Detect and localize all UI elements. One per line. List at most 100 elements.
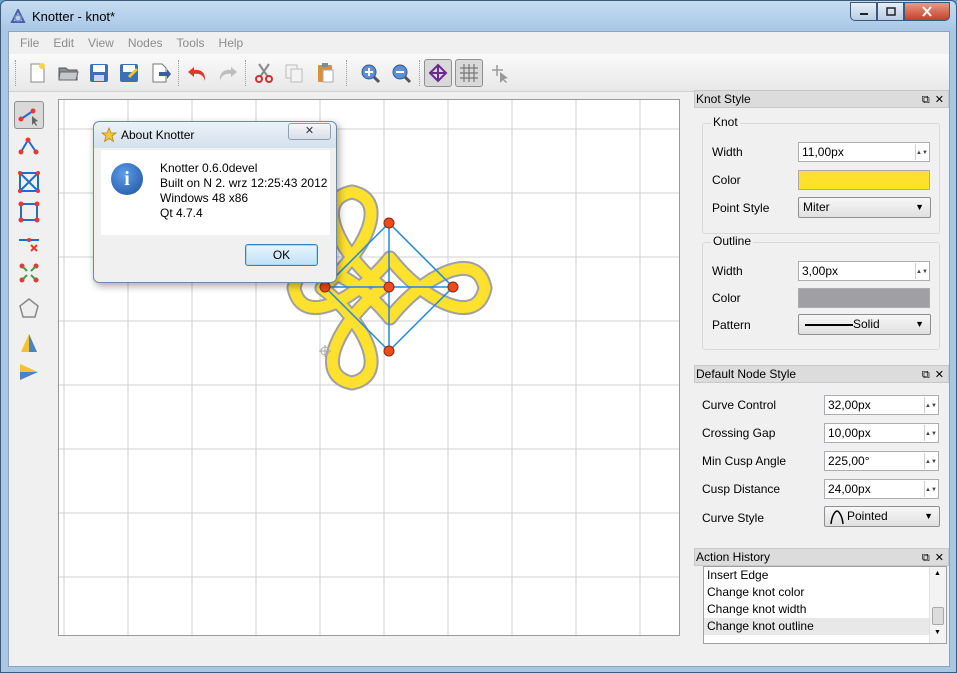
float-icon[interactable]: ⧉ — [922, 550, 930, 566]
maximize-button[interactable] — [877, 2, 904, 21]
merge-nodes-icon — [19, 263, 39, 283]
display-graph-button[interactable] — [424, 59, 452, 87]
outline-width-value: 3,00px — [802, 264, 839, 278]
grid-button[interactable] — [455, 59, 483, 87]
spin-arrows-icon[interactable]: ▲▼ — [924, 453, 937, 469]
undo-button[interactable] — [183, 59, 211, 87]
float-icon[interactable]: ⧉ — [922, 367, 930, 383]
paste-button[interactable] — [311, 59, 339, 87]
flip-vertical-button[interactable] — [14, 358, 44, 386]
graph-node[interactable] — [383, 281, 395, 293]
pattern-combo[interactable]: Solid ▼ — [798, 314, 931, 335]
crossing-gap-value: 10,00px — [828, 426, 871, 440]
about-platform: Windows 48 x86 — [160, 191, 249, 205]
minimize-button[interactable] — [850, 2, 877, 21]
float-icon[interactable]: ⧉ — [922, 92, 930, 108]
toolbar-separator — [419, 60, 420, 86]
save-as-icon — [120, 64, 138, 82]
history-list[interactable]: Insert Edge Change knot color Change kno… — [703, 566, 947, 644]
zoom-out-button[interactable] — [387, 59, 415, 87]
edge-loop-icon — [18, 137, 39, 155]
node-grid-mode-button[interactable] — [14, 168, 44, 196]
knot-style-dock: Knot Style ⧉ ✕ Knot Width 11,00px ▲▼ Colo… — [694, 90, 949, 362]
title-bar[interactable]: Knotter - knot* — [1, 1, 956, 31]
edge-loop-mode-button[interactable] — [14, 132, 44, 160]
close-icon[interactable]: ✕ — [935, 550, 944, 566]
scroll-up-icon[interactable]: ▲ — [934, 570, 941, 577]
close-button[interactable] — [904, 2, 950, 21]
save-button[interactable] — [85, 59, 113, 87]
knot-width-spinbox[interactable]: 11,00px ▲▼ — [798, 142, 930, 162]
scroll-down-icon[interactable]: ▼ — [934, 629, 941, 636]
spin-arrows-icon[interactable]: ▲▼ — [915, 144, 928, 160]
spin-arrows-icon[interactable]: ▲▼ — [924, 425, 937, 441]
spin-arrows-icon[interactable]: ▲▼ — [924, 481, 937, 497]
dock-title: Default Node Style ⧉ ✕ — [694, 365, 949, 383]
graph-node[interactable] — [383, 345, 395, 357]
break-edge-mode-button[interactable] — [14, 229, 44, 257]
about-qt-version: Qt 4.7.4 — [160, 206, 203, 220]
pattern-value: Solid — [853, 317, 880, 331]
ok-button[interactable]: OK — [245, 244, 318, 266]
minimize-icon — [859, 12, 868, 15]
close-icon[interactable]: ✕ — [935, 92, 944, 108]
menu-edit[interactable]: Edit — [46, 33, 81, 53]
min-cusp-angle-spinbox[interactable]: 225,00° ▲▼ — [824, 451, 939, 471]
main-toolbar — [9, 54, 949, 92]
about-build-date: Built on N 2. wrz 12:25:43 2012 — [160, 176, 328, 190]
open-button[interactable] — [54, 59, 82, 87]
knot-width-label: Width — [712, 145, 743, 159]
menu-nodes[interactable]: Nodes — [121, 33, 170, 53]
export-button[interactable] — [146, 59, 174, 87]
edge-chain-mode-button[interactable] — [14, 101, 44, 129]
knot-color-swatch[interactable] — [798, 170, 930, 190]
dialog-close-button[interactable]: ✕ — [288, 123, 331, 140]
curve-style-combo[interactable]: Pointed ▼ — [824, 506, 940, 527]
vertical-scrollbar[interactable]: ▲ ▼ — [929, 567, 946, 643]
knot-group: Knot Width 11,00px ▲▼ Color Point Style … — [702, 115, 940, 234]
scroll-thumb[interactable] — [932, 607, 944, 625]
menu-file[interactable]: File — [13, 33, 46, 53]
cut-button[interactable] — [250, 59, 278, 87]
pointed-curve-icon — [830, 510, 844, 525]
graph-node[interactable] — [447, 281, 459, 293]
spin-arrows-icon[interactable]: ▲▼ — [915, 263, 928, 279]
graph-node[interactable] — [319, 281, 331, 293]
list-item[interactable]: Insert Edge — [704, 567, 946, 584]
save-as-button[interactable] — [115, 59, 143, 87]
crossing-gap-spinbox[interactable]: 10,00px ▲▼ — [824, 423, 939, 443]
main-window: Knotter - knot* File Edit View Nodes Too… — [0, 0, 957, 673]
new-button[interactable] — [23, 59, 51, 87]
point-style-combo[interactable]: Miter ▼ — [798, 197, 931, 218]
outline-color-swatch[interactable] — [798, 288, 930, 308]
move-grid-button[interactable] — [486, 59, 514, 87]
polygon-mode-button[interactable] — [14, 294, 44, 322]
new-icon — [30, 63, 45, 83]
close-icon: ✕ — [304, 125, 315, 137]
menu-tools[interactable]: Tools — [170, 33, 212, 53]
curve-control-spinbox[interactable]: 32,00px ▲▼ — [824, 395, 939, 415]
square-mode-button[interactable] — [14, 198, 44, 226]
list-item[interactable]: Change knot color — [704, 584, 946, 601]
zoom-in-button[interactable] — [356, 59, 384, 87]
menu-view[interactable]: View — [81, 33, 121, 53]
group-label: Outline — [711, 234, 754, 248]
spin-arrows-icon[interactable]: ▲▼ — [924, 397, 937, 413]
maximize-icon — [885, 7, 896, 16]
list-item[interactable]: Change knot outline — [704, 618, 946, 635]
display-graph-icon — [428, 63, 448, 83]
redo-button[interactable] — [214, 59, 242, 87]
action-history-dock: Action History ⧉ ✕ Insert Edge Change kno… — [694, 548, 949, 648]
break-edge-icon — [19, 238, 39, 252]
dropdown-arrow-icon: ▼ — [924, 511, 933, 521]
flip-horizontal-button[interactable] — [14, 329, 44, 357]
menu-help[interactable]: Help — [212, 33, 251, 53]
list-item[interactable]: Change knot width — [704, 601, 946, 618]
close-icon[interactable]: ✕ — [935, 367, 944, 383]
cusp-distance-spinbox[interactable]: 24,00px ▲▼ — [824, 479, 939, 499]
graph-node[interactable] — [383, 217, 395, 229]
merge-nodes-mode-button[interactable] — [14, 259, 44, 287]
outline-width-spinbox[interactable]: 3,00px ▲▼ — [798, 261, 930, 281]
copy-button[interactable] — [280, 59, 308, 87]
dialog-title-bar[interactable]: About Knotter ✕ — [94, 122, 336, 148]
